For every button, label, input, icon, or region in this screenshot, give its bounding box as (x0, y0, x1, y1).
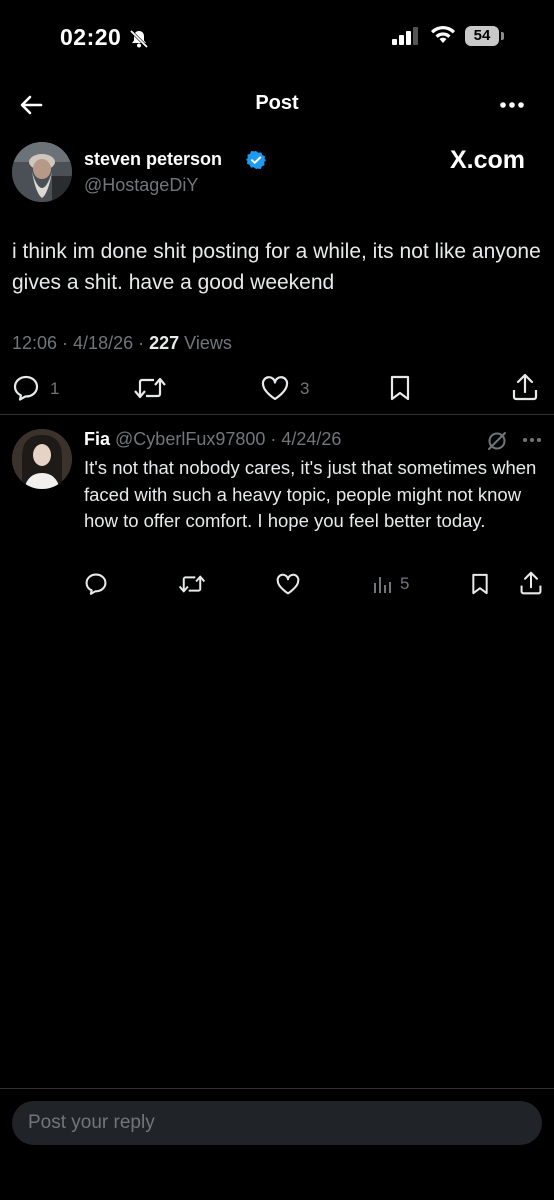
status-time: 02:20 (60, 24, 122, 50)
reply-avatar[interactable] (12, 429, 72, 489)
reply-author-handle[interactable]: @CyberlFux97800 (115, 429, 265, 449)
like-icon[interactable] (260, 374, 290, 402)
post-text: i think im done shit posting for a while… (12, 240, 541, 294)
views-label: Views (184, 333, 232, 353)
author-handle[interactable]: @HostageDiY (84, 175, 198, 196)
views-count: 227 (149, 333, 180, 353)
author-name[interactable]: steven peterson (84, 149, 222, 170)
like-count: 3 (300, 379, 310, 398)
post-meta: 12:06 · 4/18/26 · 227 Views (12, 333, 232, 353)
reply-reply-icon[interactable] (84, 572, 108, 596)
reply-icon[interactable] (12, 374, 40, 402)
signal-icon (392, 27, 422, 45)
more-icon[interactable] (499, 101, 525, 109)
share-icon[interactable] (511, 372, 539, 402)
reply-count: 1 (50, 379, 60, 398)
retweet-icon[interactable] (133, 374, 167, 402)
reply-input-placeholder: Post your reply (28, 1112, 155, 1133)
bell-slash-icon (128, 28, 150, 50)
battery-tip (501, 32, 504, 40)
divider (0, 414, 554, 415)
battery-level: 54 (465, 26, 499, 46)
reply-share-icon[interactable] (519, 570, 543, 596)
verified-badge-icon (246, 150, 266, 170)
composer-divider (0, 1088, 554, 1089)
reply-header: Fia @CyberlFux97800 · 4/24/26 (84, 429, 342, 449)
reply-date: 4/24/26 (281, 429, 342, 449)
reply-views-count: 5 (400, 574, 410, 593)
reply-like-icon[interactable] (275, 572, 301, 596)
post-time: 12:06 (12, 333, 58, 353)
reply-retweet-icon[interactable] (178, 572, 206, 596)
wifi-icon (430, 25, 456, 45)
author-avatar[interactable] (12, 142, 72, 202)
reply-more-icon[interactable] (522, 437, 542, 443)
source-label: X.com (450, 146, 526, 174)
page-title: Post (255, 92, 299, 114)
bookmark-icon[interactable] (388, 374, 412, 402)
reply-text: It's not that nobody cares, it's just th… (84, 457, 537, 531)
reply-bookmark-icon[interactable] (470, 572, 490, 596)
views-icon[interactable] (373, 573, 395, 595)
reply-author-name[interactable]: Fia (84, 429, 110, 449)
post-date: 4/18/26 (73, 333, 134, 353)
grok-icon[interactable] (486, 430, 508, 452)
